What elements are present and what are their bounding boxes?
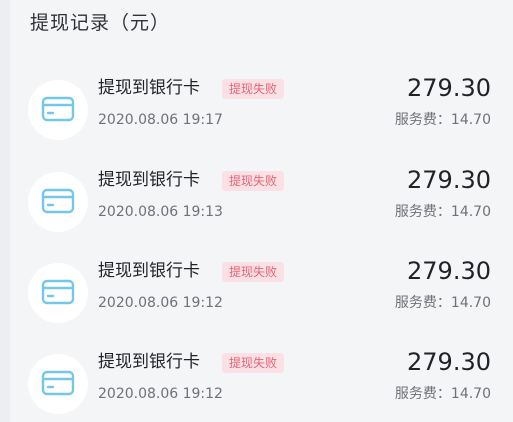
withdrawal-record-row[interactable]: 提现到银行卡 提现失败 2020.08.06 19:17 279.30 服务费：… — [10, 72, 513, 164]
record-fee: 服务费：14.70 — [394, 204, 491, 220]
record-datetime: 2020.08.06 19:12 — [98, 295, 223, 311]
record-amount: 279.30 — [407, 257, 491, 285]
withdrawal-record-row[interactable]: 提现到银行卡 提现失败 2020.08.06 19:12 279.30 服务费：… — [10, 255, 513, 347]
record-datetime: 2020.08.06 19:17 — [98, 112, 223, 128]
record-datetime: 2020.08.06 19:13 — [98, 204, 223, 220]
record-title: 提现到银行卡 — [98, 261, 200, 281]
status-badge: 提现失败 — [222, 353, 285, 373]
bank-card-icon — [28, 80, 88, 140]
status-badge: 提现失败 — [222, 262, 285, 282]
record-amount: 279.30 — [407, 74, 491, 102]
status-badge: 提现失败 — [222, 79, 285, 99]
bank-card-icon — [28, 172, 88, 232]
record-title: 提现到银行卡 — [98, 170, 200, 190]
record-amount: 279.30 — [407, 348, 491, 376]
bank-card-icon — [28, 263, 88, 323]
withdrawal-record-row[interactable]: 提现到银行卡 提现失败 2020.08.06 19:13 279.30 服务费：… — [10, 164, 513, 256]
withdrawal-record-row[interactable]: 提现到银行卡 提现失败 2020.08.06 19:12 279.30 服务费：… — [10, 346, 513, 422]
record-title: 提现到银行卡 — [98, 352, 200, 372]
record-title: 提现到银行卡 — [98, 78, 200, 98]
record-fee: 服务费：14.70 — [394, 386, 491, 402]
status-badge: 提现失败 — [222, 171, 285, 191]
left-edge-strip — [0, 0, 10, 422]
record-datetime: 2020.08.06 19:12 — [98, 386, 223, 402]
record-fee: 服务费：14.70 — [394, 295, 491, 311]
record-amount: 279.30 — [407, 166, 491, 194]
withdrawal-records-page: 提现记录（元） 提现到银行卡 提现失败 2020.08.06 19:17 279… — [0, 0, 513, 422]
bank-card-icon — [28, 354, 88, 414]
record-fee: 服务费：14.70 — [394, 112, 491, 128]
withdrawal-record-list: 提现到银行卡 提现失败 2020.08.06 19:17 279.30 服务费：… — [10, 0, 513, 422]
